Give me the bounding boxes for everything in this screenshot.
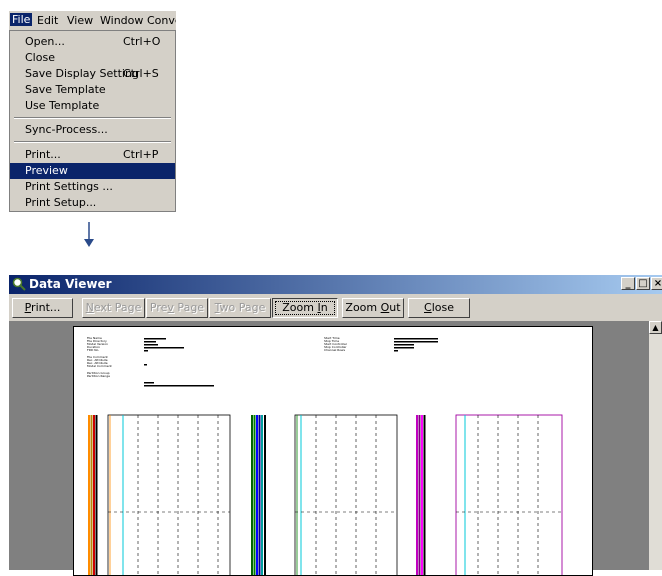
page-graphs: [88, 338, 563, 575]
zoom-in-button[interactable]: Zoom In: [272, 298, 338, 318]
menu-window[interactable]: Window: [100, 14, 143, 27]
menu-item-print-setup[interactable]: Print Setup...: [10, 195, 175, 211]
btn-text: Zoom: [282, 301, 318, 314]
btn-text: ut: [389, 301, 401, 314]
menu-item-preview[interactable]: Preview: [10, 163, 175, 179]
close-window-button[interactable]: ×: [651, 277, 662, 290]
btn-text: Page: [173, 301, 205, 314]
menu-item-open[interactable]: Open... Ctrl+O: [10, 34, 175, 50]
menu-item-label: Print...: [25, 148, 61, 161]
btn-text: N: [85, 301, 94, 314]
menu-file[interactable]: File: [10, 13, 33, 26]
print-preview-page: File Name File Directory Model Version D…: [73, 326, 593, 576]
menu-item-label: Print Settings ...: [25, 180, 113, 193]
menu-edit[interactable]: Edit: [37, 14, 58, 27]
print-button[interactable]: Print...: [12, 298, 73, 318]
menu-view[interactable]: View: [67, 14, 93, 27]
menu-item-label: Close: [25, 51, 55, 64]
scroll-up-icon[interactable]: ▲: [649, 321, 662, 334]
two-page-button[interactable]: Two Page: [209, 298, 271, 318]
menu-item-close[interactable]: Close: [10, 50, 175, 66]
menu-bar: File Edit View Window Conver: [9, 11, 176, 30]
menu-item-print[interactable]: Print... Ctrl+P: [10, 147, 175, 163]
menu-item-label: Use Template: [25, 99, 100, 112]
preview-canvas[interactable]: File Name File Directory Model Version D…: [9, 321, 649, 576]
title-bar[interactable]: Data Viewer _ □ ×: [9, 275, 662, 294]
btn-text: wo Page: [219, 301, 266, 314]
magnifier-icon: [12, 277, 26, 291]
menu-item-use-template[interactable]: Use Template: [10, 98, 175, 114]
btn-text: lose: [431, 301, 454, 314]
maximize-button[interactable]: □: [636, 277, 650, 290]
btn-text: Zoom: [345, 301, 381, 314]
vertical-scrollbar[interactable]: ▲: [649, 321, 662, 570]
menu-item-label: Preview: [25, 164, 68, 177]
prev-page-button[interactable]: Prev Page: [146, 298, 208, 318]
btn-text: O: [380, 301, 390, 314]
menu-item-label: Print Setup...: [25, 196, 97, 209]
zoom-out-button[interactable]: Zoom Out: [342, 298, 404, 318]
close-button[interactable]: Close: [408, 298, 470, 318]
menu-item-shortcut: Ctrl+P: [123, 148, 159, 161]
menu-item-label: Sync-Process...: [25, 123, 108, 136]
btn-text: Pre: [149, 301, 168, 314]
menu-item-label: Open...: [25, 35, 65, 48]
menu-separator: [14, 117, 171, 119]
menu-item-sync-process[interactable]: Sync-Process...: [10, 122, 175, 138]
data-viewer-window: Data Viewer _ □ × Print... Next Page Pre…: [9, 275, 662, 576]
window-title: Data Viewer: [29, 277, 112, 291]
next-page-button[interactable]: Next Page: [82, 298, 145, 318]
menu-item-label: Save Display Setting: [25, 67, 139, 80]
btn-text: C: [424, 301, 432, 314]
menu-item-shortcut: Ctrl+S: [123, 67, 159, 80]
arrow-down-icon: [84, 222, 94, 247]
menu-item-save-template[interactable]: Save Template: [10, 82, 175, 98]
menu-item-save-display-setting[interactable]: Save Display Setting Ctrl+S: [10, 66, 175, 82]
menu-item-print-settings[interactable]: Print Settings ...: [10, 179, 175, 195]
menu-item-shortcut: Ctrl+O: [123, 35, 161, 48]
btn-text: ext Page: [93, 301, 142, 314]
btn-text: rint...: [31, 301, 61, 314]
btn-text: n: [320, 301, 328, 314]
file-menu-dropdown: Open... Ctrl+O Close Save Display Settin…: [9, 30, 176, 212]
toolbar: Print... Next Page Prev Page Two Page Zo…: [9, 295, 662, 321]
menu-convert[interactable]: Conver: [147, 14, 176, 27]
minimize-button[interactable]: _: [621, 277, 635, 290]
menu-item-label: Save Template: [25, 83, 106, 96]
menu-separator: [14, 141, 171, 143]
